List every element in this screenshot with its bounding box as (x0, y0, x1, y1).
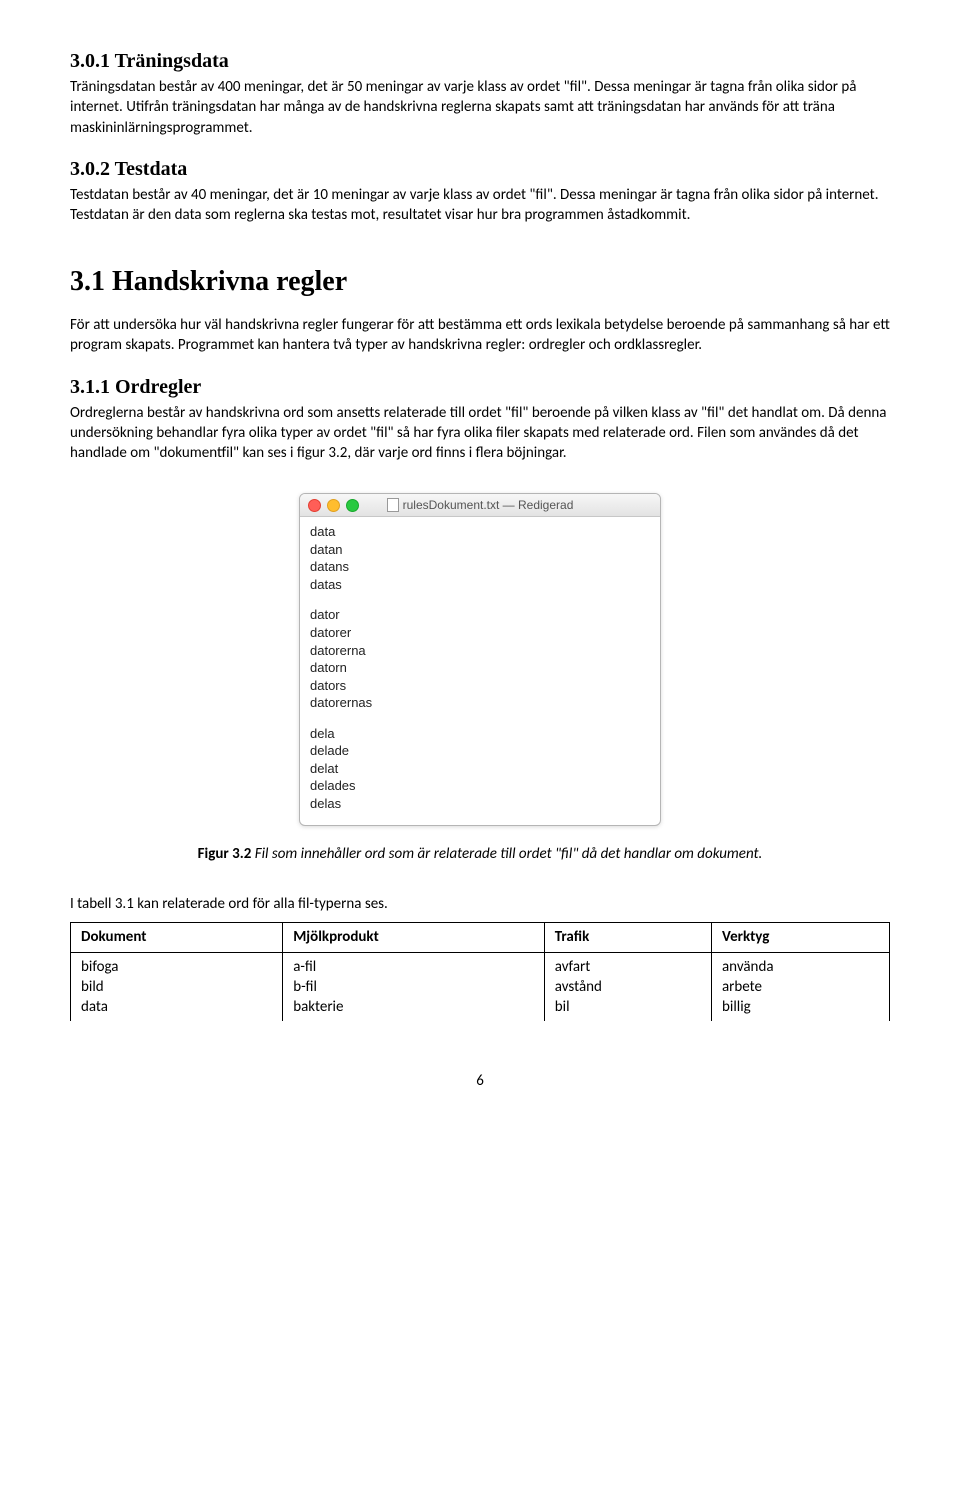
table-header: Dokument (71, 923, 283, 952)
file-line (310, 712, 650, 725)
document-icon (387, 498, 399, 512)
heading-31: 3.1 Handskrivna regler (70, 263, 890, 301)
table-31: Dokument Mjölkprodukt Trafik Verktyg bif… (70, 922, 890, 1021)
file-line: datans (310, 558, 650, 576)
heading-302: 3.0.2 Testdata (70, 156, 890, 183)
para-302: Testdatan består av 40 meningar, det är … (70, 185, 890, 226)
file-line: datas (310, 576, 650, 594)
mac-titlebar: rulesDokument.txt — Redigerad (300, 494, 660, 517)
figure-caption: Figur 3.2 Fil som innehåller ord som är … (70, 844, 890, 864)
table-cell: användaarbetebillig (712, 952, 890, 1021)
file-line (310, 593, 650, 606)
table-row: bifogabilddataa-filb-filbakterieavfartav… (71, 952, 890, 1021)
file-line: datorn (310, 659, 650, 677)
figure-32-wrap: rulesDokument.txt — Redigerad datadatand… (70, 493, 890, 864)
para-301: Träningsdatan består av 400 meningar, de… (70, 77, 890, 138)
mac-window: rulesDokument.txt — Redigerad datadatand… (299, 493, 661, 825)
file-line: delat (310, 760, 650, 778)
caption-text: Fil som innehåller ord som är relaterade… (251, 845, 762, 863)
table-header: Mjölkprodukt (283, 923, 545, 952)
para-31: För att undersöka hur väl handskrivna re… (70, 315, 890, 356)
file-line: dela (310, 725, 650, 743)
window-title: rulesDokument.txt — Redigerad (300, 497, 660, 513)
heading-301: 3.0.1 Träningsdata (70, 48, 890, 75)
file-line: delades (310, 777, 650, 795)
file-line: datorernas (310, 694, 650, 712)
table-cell: a-filb-filbakterie (283, 952, 545, 1021)
file-line: datan (310, 541, 650, 559)
table-header: Trafik (544, 923, 711, 952)
window-content: datadatandatansdatasdatordatorerdatorern… (300, 517, 660, 824)
table-cell: bifogabilddata (71, 952, 283, 1021)
file-line: data (310, 523, 650, 541)
caption-label: Figur 3.2 (198, 845, 252, 863)
table-header: Verktyg (712, 923, 890, 952)
file-line: dators (310, 677, 650, 695)
window-title-text: rulesDokument.txt — Redigerad (403, 498, 574, 512)
para-311: Ordreglerna består av handskrivna ord so… (70, 403, 890, 464)
file-line: delade (310, 742, 650, 760)
page-number: 6 (70, 1071, 890, 1091)
para-after-figure: I tabell 3.1 kan relaterade ord för alla… (70, 894, 890, 914)
file-line: delas (310, 795, 650, 813)
table-cell: avfartavståndbil (544, 952, 711, 1021)
table-header-row: Dokument Mjölkprodukt Trafik Verktyg (71, 923, 890, 952)
heading-311: 3.1.1 Ordregler (70, 374, 890, 401)
file-line: datorer (310, 624, 650, 642)
file-line: dator (310, 606, 650, 624)
file-line: datorerna (310, 642, 650, 660)
